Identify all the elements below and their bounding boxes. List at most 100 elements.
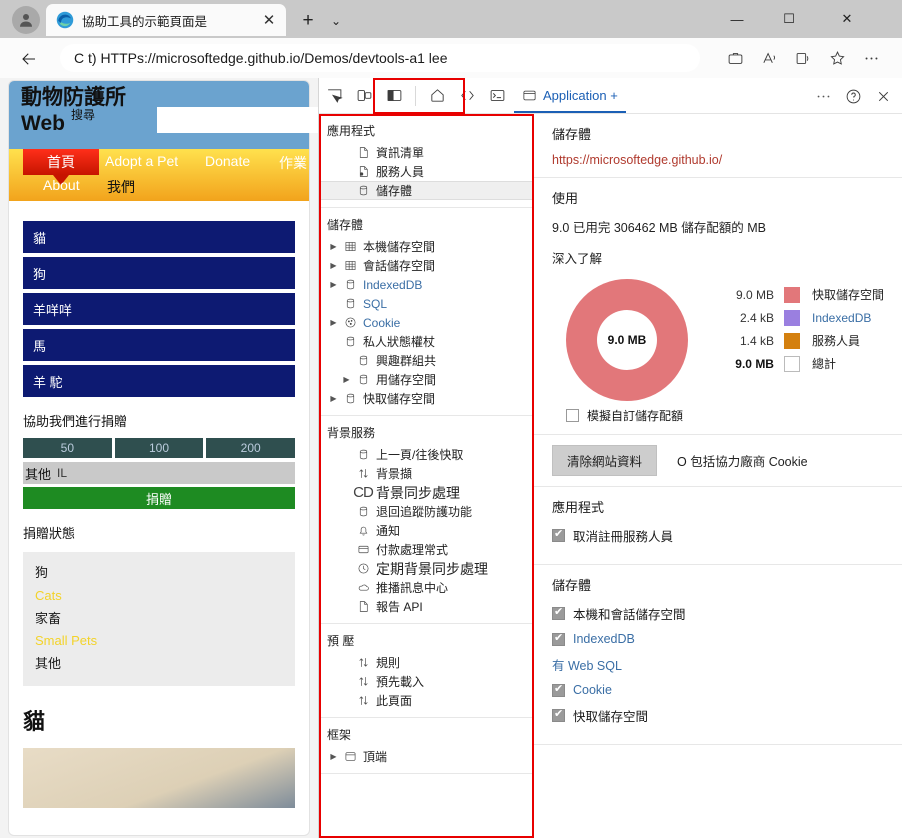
chevron-right-icon[interactable]: ▶: [327, 318, 340, 327]
simulate-quota-checkbox[interactable]: [566, 409, 579, 422]
sidebar-item-通知[interactable]: ▶通知: [319, 521, 533, 540]
sidebar-item-付款處理常式[interactable]: ▶付款處理常式: [319, 540, 533, 559]
sidebar-item-IndexedDB[interactable]: ▶IndexedDB: [319, 275, 533, 294]
nav-item-about[interactable]: About: [43, 177, 80, 193]
storage-clear-checkbox[interactable]: [552, 607, 565, 620]
tab-application[interactable]: Application +: [514, 79, 626, 113]
third-party-radio[interactable]: O: [677, 455, 687, 469]
sidebar-item-頂端[interactable]: ▶ 頂端: [319, 747, 533, 766]
window-maximize-button[interactable]: ☐: [774, 8, 804, 30]
third-party-cookie-option[interactable]: O 包括協力廠商 Cookie: [677, 451, 808, 470]
sidebar-item-推播訊息中心[interactable]: ▶推播訊息中心: [319, 578, 533, 597]
more-tools-icon[interactable]: [808, 81, 838, 111]
list-item[interactable]: 貓: [23, 221, 295, 253]
application-sidebar[interactable]: 應用程式▶資訊清單▶服務人員▶儲存體儲存體▶本機儲存空間▶會話儲存空間▶Inde…: [319, 114, 534, 838]
chevron-right-icon[interactable]: ▶: [327, 280, 340, 289]
chevron-right-icon[interactable]: ▶: [327, 261, 340, 270]
learn-more-link[interactable]: 深入了解: [552, 248, 884, 267]
amount-button-200[interactable]: 200: [206, 438, 295, 458]
elements-icon[interactable]: [452, 81, 482, 111]
help-icon[interactable]: [838, 81, 868, 111]
tab-close-icon[interactable]: ✕: [258, 9, 280, 31]
usage-heading: 使用: [552, 188, 884, 207]
sidebar-item-定期背景同步處理[interactable]: ▶定期背景同步處理: [319, 559, 533, 578]
nav-item-adopt[interactable]: Adopt a Pet: [105, 153, 178, 169]
unregister-sw-row[interactable]: 取消註冊服務人員: [552, 526, 884, 545]
list-item[interactable]: 羊 駝: [23, 365, 295, 397]
sidebar-item-服務人員[interactable]: ▶服務人員: [319, 162, 533, 181]
nav-item-home[interactable]: 首頁: [23, 149, 99, 175]
window-close-button[interactable]: ✕: [832, 8, 862, 30]
storage-clear-row[interactable]: Cookie: [552, 683, 884, 697]
new-tab-button[interactable]: +: [296, 9, 320, 33]
sidebar-item-本機儲存空間[interactable]: ▶本機儲存空間: [319, 237, 533, 256]
storage-clear-checkbox[interactable]: [552, 633, 565, 646]
list-item[interactable]: 羊咩咩: [23, 293, 295, 325]
clock-icon: [353, 562, 373, 575]
storage-clear-checkbox[interactable]: [552, 684, 565, 697]
chevron-right-icon[interactable]: ▶: [327, 752, 340, 761]
back-arrow-icon[interactable]: [16, 46, 42, 72]
settings-more-icon[interactable]: [856, 45, 886, 71]
chevron-right-icon[interactable]: ▶: [340, 375, 353, 384]
sidebar-item-上一頁/往後快取[interactable]: ▶上一頁/往後快取: [319, 445, 533, 464]
home-icon[interactable]: [422, 81, 452, 111]
sidebar-item-報告-API[interactable]: ▶報告 API: [319, 597, 533, 616]
sidebar-item-預先載入[interactable]: ▶預先載入: [319, 672, 533, 691]
console-icon[interactable]: [482, 81, 512, 111]
device-emulation-icon[interactable]: [349, 81, 379, 111]
sidebar-item-退回追蹤防護功能[interactable]: ▶退回追蹤防護功能: [319, 502, 533, 521]
immersive-reader-icon[interactable]: [788, 45, 818, 71]
other-amount-field[interactable]: 其他 IL: [23, 462, 295, 484]
sidebar-item-背景擷[interactable]: ▶背景擷: [319, 464, 533, 483]
storage-clear-row[interactable]: IndexedDB: [552, 632, 884, 646]
profile-avatar[interactable]: [12, 6, 40, 34]
sidebar-item-此頁面[interactable]: ▶此頁面: [319, 691, 533, 710]
nav-item-volunteer[interactable]: 作業: [279, 153, 307, 173]
inspect-element-icon[interactable]: [319, 81, 349, 111]
table-icon: [340, 240, 360, 253]
collections-icon[interactable]: [720, 45, 750, 71]
amount-button-50[interactable]: 50: [23, 438, 112, 458]
sidebar-item-背景同步處理[interactable]: ▶CD背景同步處理: [319, 483, 533, 502]
storage-clear-row[interactable]: 本機和會話儲存空間: [552, 604, 884, 623]
sidebar-item-規則[interactable]: ▶規則: [319, 653, 533, 672]
url-input[interactable]: C t) HTTPs://microsoftedge.github.io/Dem…: [60, 44, 700, 72]
donate-button[interactable]: 捐贈: [23, 487, 295, 509]
chevron-right-icon[interactable]: ▶: [327, 394, 340, 403]
unregister-sw-checkbox[interactable]: [552, 529, 565, 542]
chevron-right-icon[interactable]: ▶: [327, 242, 340, 251]
sidebar-item-私人狀態權杖[interactable]: ▶私人狀態權杖: [319, 332, 533, 351]
close-devtools-icon[interactable]: [868, 81, 898, 111]
clear-site-data-button[interactable]: 清除網站資料: [552, 445, 657, 476]
dock-side-icon[interactable]: [379, 81, 409, 111]
database-icon: [340, 392, 360, 405]
favorite-icon[interactable]: [822, 45, 852, 71]
usage-donut-chart: 9.0 MB: [566, 279, 688, 401]
simulate-quota-row[interactable]: 模擬自訂儲存配額: [566, 407, 884, 424]
sidebar-item-興趣群組共[interactable]: ▶興趣群組共: [319, 351, 533, 370]
amount-button-100[interactable]: 100: [115, 438, 204, 458]
chevron-down-icon[interactable]: ⌄: [326, 11, 346, 31]
storage-clear-row[interactable]: 快取儲存空間: [552, 706, 884, 725]
sidebar-item-Cookie[interactable]: ▶Cookie: [319, 313, 533, 332]
nav-item-donate[interactable]: Donate: [205, 153, 250, 169]
nav-item-us[interactable]: 我們: [107, 177, 135, 197]
browser-tab[interactable]: 協助工具的示範頁面是 ✕: [46, 4, 286, 36]
window-minimize-button[interactable]: —: [722, 8, 752, 30]
sidebar-group: 應用程式▶資訊清單▶服務人員▶儲存體: [319, 114, 533, 208]
sidebar-item-SQL[interactable]: ▶SQL: [319, 294, 533, 313]
sidebar-item-儲存體[interactable]: ▶儲存體: [319, 181, 533, 200]
storage-clear-checkbox[interactable]: [552, 709, 565, 722]
sidebar-item-快取儲存空間[interactable]: ▶快取儲存空間: [319, 389, 533, 408]
site-body: 貓 狗 羊咩咩 馬 羊 駝 協助我們進行捐贈 50 100 200 其他 IL …: [9, 201, 309, 808]
storage-clear-row[interactable]: 有 Web SQL: [552, 655, 884, 674]
read-aloud-icon[interactable]: [754, 45, 784, 71]
list-item[interactable]: 狗: [23, 257, 295, 289]
sidebar-item-資訊清單[interactable]: ▶資訊清單: [319, 143, 533, 162]
sidebar-item-label: 頂端: [360, 748, 387, 765]
list-item[interactable]: 馬: [23, 329, 295, 361]
sidebar-item-用儲存空間[interactable]: ▶用儲存空間: [319, 370, 533, 389]
sidebar-item-會話儲存空間[interactable]: ▶會話儲存空間: [319, 256, 533, 275]
search-input[interactable]: [157, 107, 318, 133]
